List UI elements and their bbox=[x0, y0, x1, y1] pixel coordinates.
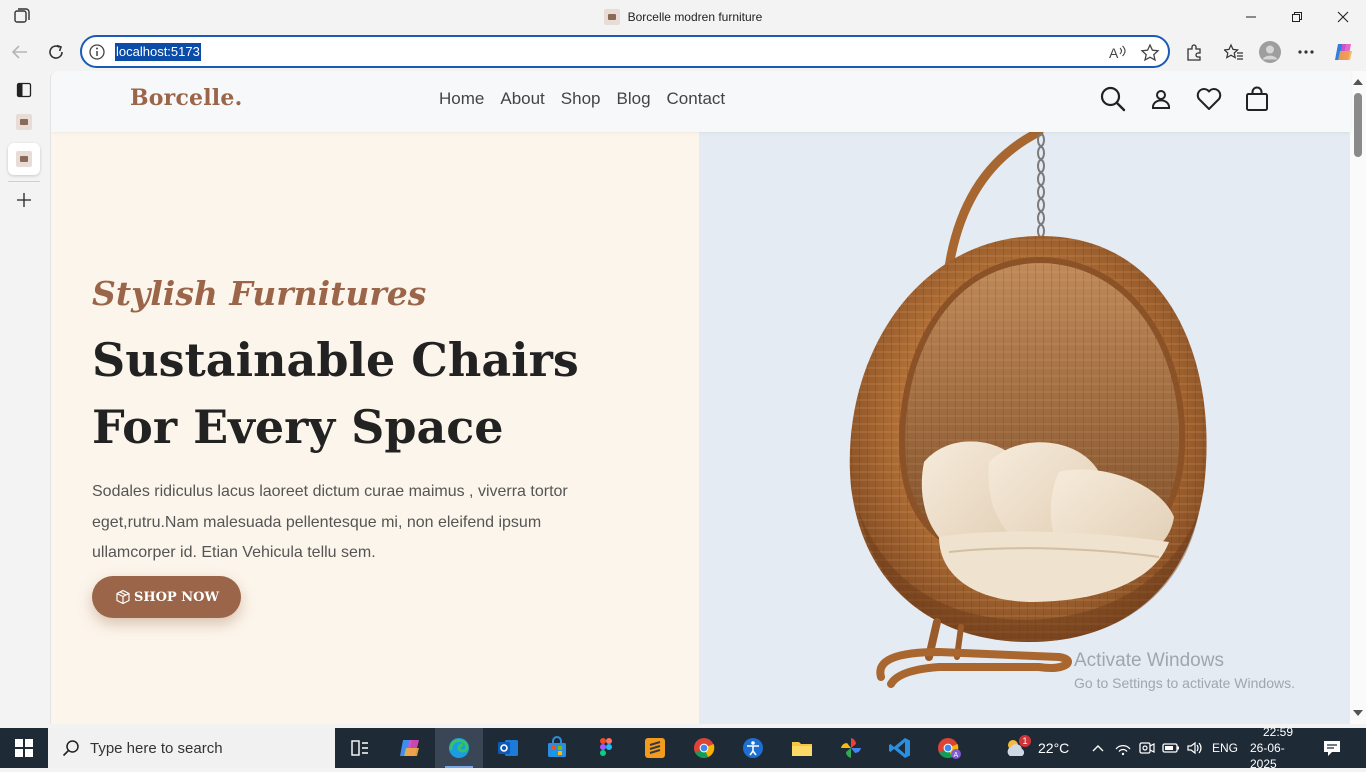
nav-home-link[interactable]: Home bbox=[439, 89, 484, 109]
nav-shop-link[interactable]: Shop bbox=[561, 89, 601, 109]
copilot-icon[interactable] bbox=[1330, 38, 1358, 66]
site-favicon-icon bbox=[16, 151, 32, 167]
hero-eyebrow: Stylish Furnitures bbox=[92, 274, 427, 313]
brand-logo[interactable]: Borcelle. bbox=[130, 85, 242, 111]
more-menu-icon[interactable] bbox=[1292, 38, 1320, 66]
weather-notification-badge: 1 bbox=[1019, 735, 1031, 747]
tab-favicon-1[interactable] bbox=[8, 106, 40, 138]
scroll-up-arrow-icon[interactable] bbox=[1353, 79, 1363, 85]
microsoft-store-icon[interactable] bbox=[533, 728, 581, 768]
taskbar-search-box[interactable]: Type here to search bbox=[48, 728, 335, 768]
vertical-tab-strip bbox=[0, 71, 48, 728]
shop-now-label: SHOP NOW bbox=[133, 589, 220, 605]
tab-divider bbox=[8, 181, 40, 182]
back-arrow-icon[interactable] bbox=[6, 38, 34, 66]
favorite-star-icon[interactable] bbox=[1140, 43, 1160, 63]
shop-now-button[interactable]: SHOP NOW bbox=[92, 576, 241, 618]
shopping-bag-icon[interactable] bbox=[1243, 85, 1271, 113]
activate-subtitle: Go to Settings to activate Windows. bbox=[1074, 675, 1295, 691]
search-icon bbox=[62, 740, 79, 757]
hero-headline: Sustainable Chairs For Every Space bbox=[92, 327, 579, 461]
windows-taskbar: Type here to search A 1 22°C ENG 22:59 2… bbox=[0, 725, 1366, 771]
search-icon[interactable] bbox=[1099, 85, 1127, 113]
weather-widget[interactable]: 1 22°C bbox=[1004, 728, 1069, 768]
photos-pinwheel-icon[interactable] bbox=[827, 728, 875, 768]
activate-title: Activate Windows bbox=[1074, 650, 1224, 671]
main-nav: Home About Shop Blog Contact bbox=[439, 89, 725, 109]
restore-button[interactable] bbox=[1274, 0, 1320, 33]
tab-panel-toggle-icon[interactable] bbox=[8, 74, 40, 106]
site-favicon-icon bbox=[603, 8, 620, 25]
copilot-taskbar-icon[interactable] bbox=[386, 728, 434, 768]
page-scrollbar[interactable] bbox=[1350, 71, 1366, 724]
clock-date: 26-06-2025 bbox=[1250, 741, 1285, 771]
favorites-icon[interactable] bbox=[1220, 38, 1248, 66]
user-account-icon[interactable] bbox=[1147, 85, 1175, 113]
window-title: Borcelle modren furniture bbox=[0, 0, 1366, 33]
wifi-icon[interactable] bbox=[1114, 728, 1132, 768]
edge-browser-icon[interactable] bbox=[435, 728, 483, 768]
sublime-text-icon[interactable] bbox=[631, 728, 679, 768]
scrollbar-thumb[interactable] bbox=[1354, 93, 1362, 157]
volume-icon[interactable] bbox=[1186, 728, 1204, 768]
nav-contact-link[interactable]: Contact bbox=[667, 89, 726, 109]
weather-temperature: 22°C bbox=[1038, 740, 1070, 756]
wishlist-heart-icon[interactable] bbox=[1195, 85, 1223, 113]
tray-chevron-up-icon[interactable] bbox=[1090, 728, 1106, 768]
hero-headline-line-1: Sustainable Chairs bbox=[92, 333, 579, 387]
chrome-profile-icon[interactable]: A bbox=[925, 728, 973, 768]
scroll-down-arrow-icon[interactable] bbox=[1353, 710, 1363, 716]
svg-text:A: A bbox=[954, 752, 959, 759]
figma-icon[interactable] bbox=[582, 728, 630, 768]
browser-toolbar: localhost:5173 A bbox=[0, 33, 1366, 71]
url-text[interactable]: localhost:5173 bbox=[115, 43, 201, 61]
hero-image-panel bbox=[699, 132, 1351, 724]
outlook-icon[interactable] bbox=[484, 728, 532, 768]
tab-title-text: Borcelle modren furniture bbox=[627, 9, 763, 24]
chrome-icon[interactable] bbox=[680, 728, 728, 768]
extensions-icon[interactable] bbox=[1180, 38, 1208, 66]
hero-headline-line-2: For Every Space bbox=[92, 400, 504, 454]
windows-start-icon[interactable] bbox=[0, 728, 48, 768]
svg-text:A: A bbox=[1109, 45, 1119, 61]
new-tab-plus-icon[interactable] bbox=[8, 184, 40, 216]
clock-time: 22:59 bbox=[1262, 725, 1294, 739]
accessibility-icon[interactable] bbox=[729, 728, 777, 768]
window-titlebar: Borcelle modren furniture bbox=[0, 0, 1366, 33]
profile-avatar-icon[interactable] bbox=[1256, 38, 1284, 66]
box-icon bbox=[116, 589, 130, 605]
hero-description: Sodales ridiculus lacus laoreet dictum c… bbox=[92, 483, 568, 561]
file-explorer-icon[interactable] bbox=[778, 728, 826, 768]
tab-favicon-active[interactable] bbox=[8, 143, 40, 175]
hero-text-panel: Stylish Furnitures Sustainable Chairs Fo… bbox=[51, 132, 699, 724]
close-button[interactable] bbox=[1320, 0, 1366, 33]
battery-icon[interactable] bbox=[1162, 728, 1180, 768]
camera-usage-icon[interactable] bbox=[1138, 728, 1156, 768]
hanging-egg-chair-image bbox=[849, 132, 1207, 688]
nav-about-link[interactable]: About bbox=[500, 89, 544, 109]
windows-activation-watermark: Activate Windows Go to Settings to activ… bbox=[1074, 650, 1295, 691]
notifications-icon[interactable] bbox=[1322, 728, 1342, 768]
vscode-icon[interactable] bbox=[876, 728, 924, 768]
site-favicon-icon bbox=[16, 114, 32, 130]
read-aloud-icon[interactable]: A bbox=[1108, 43, 1128, 63]
nav-blog-link[interactable]: Blog bbox=[617, 89, 651, 109]
taskbar-search-placeholder: Type here to search bbox=[90, 739, 223, 757]
minimize-button[interactable] bbox=[1228, 0, 1274, 33]
site-header: Borcelle. Home About Shop Blog Contact bbox=[51, 71, 1351, 132]
page-viewport: Borcelle. Home About Shop Blog Contact S… bbox=[50, 71, 1366, 724]
system-clock[interactable]: 22:59 26-06-2025 bbox=[1250, 725, 1306, 771]
input-language[interactable]: ENG bbox=[1212, 728, 1238, 768]
task-view-icon[interactable] bbox=[336, 728, 384, 768]
address-bar[interactable]: localhost:5173 A bbox=[80, 35, 1170, 68]
site-info-icon[interactable] bbox=[88, 43, 106, 61]
refresh-icon[interactable] bbox=[42, 38, 70, 66]
